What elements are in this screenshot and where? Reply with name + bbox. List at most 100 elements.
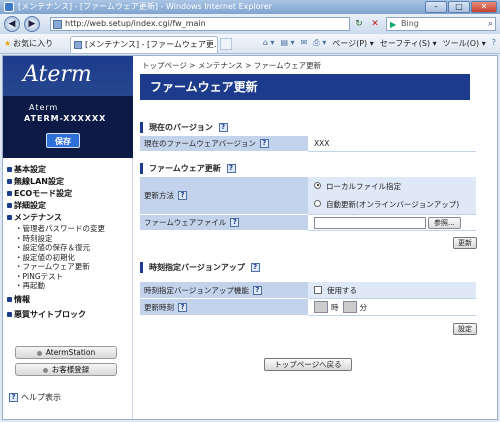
help-menu-icon[interactable]: ? bbox=[492, 38, 496, 49]
model-info: Aterm ATERM-XXXXXX 保存 bbox=[3, 96, 133, 158]
window-titlebar: [メンテナンス] - [ファームウェア更新] - Windows Interne… bbox=[0, 0, 500, 14]
sidebar-item-label: ECOモード設定 bbox=[14, 189, 73, 198]
sidebar-item-basic[interactable]: 基本設定 bbox=[7, 164, 131, 176]
aterm-station-button[interactable]: AtermStation bbox=[15, 346, 117, 359]
search-icon[interactable]: ⌕ bbox=[488, 18, 493, 30]
sidebar-item-wireless[interactable]: 無線LAN設定 bbox=[7, 176, 131, 188]
favorites-button[interactable]: ★ お気に入り bbox=[4, 38, 53, 49]
firmware-file-row: ファームウェアファイル? 参照... bbox=[140, 215, 476, 231]
update-time-value: 時 分 bbox=[308, 299, 476, 316]
file-path-input[interactable] bbox=[314, 216, 426, 229]
page-title: ファームウェア更新 bbox=[140, 74, 470, 100]
dot-icon bbox=[42, 367, 48, 373]
sidebar-subitem-backup[interactable]: ・設定値の保存＆復元 bbox=[7, 243, 131, 253]
url-input[interactable]: http://web.setup/index.cgi/fw_main bbox=[50, 17, 350, 31]
section-heading: 現在のバージョン bbox=[149, 123, 213, 132]
current-version-label: 現在のファームウェアバージョン? bbox=[140, 136, 308, 152]
use-label: 使用する bbox=[327, 285, 357, 295]
maximize-button[interactable]: □ bbox=[448, 1, 470, 13]
sidebar-subitem-ping[interactable]: ・PINGテスト bbox=[7, 272, 131, 282]
model-name: Aterm bbox=[29, 103, 59, 112]
help-icon[interactable]: ? bbox=[218, 123, 228, 132]
sidebar-item-label: 無線LAN設定 bbox=[14, 177, 64, 186]
label-text: 更新時刻 bbox=[144, 302, 174, 312]
help-icon[interactable]: ? bbox=[252, 285, 262, 295]
section-heading: 時刻指定バージョンアップ bbox=[149, 263, 245, 272]
firmware-file-value: 参照... bbox=[308, 215, 476, 231]
minimize-button[interactable]: – bbox=[425, 1, 447, 13]
sidebar: Aterm Aterm ATERM-XXXXXX 保存 基本設定 無線LAN設定… bbox=[3, 56, 133, 419]
sidebar-subitem-time[interactable]: ・時刻設定 bbox=[7, 234, 131, 244]
page-menu[interactable]: ページ(P) ▾ bbox=[332, 38, 373, 49]
sidebar-item-eco[interactable]: ECOモード設定 bbox=[7, 188, 131, 200]
help-icon[interactable]: ? bbox=[226, 164, 236, 173]
register-button[interactable]: お客様登録 bbox=[15, 363, 117, 376]
radio-auto[interactable] bbox=[314, 200, 321, 208]
page-content: Aterm Aterm ATERM-XXXXXX 保存 基本設定 無線LAN設定… bbox=[2, 55, 498, 420]
aterm-station-label: AtermStation bbox=[45, 348, 96, 357]
bullet-icon bbox=[7, 203, 12, 208]
help-icon[interactable]: ? bbox=[230, 218, 240, 227]
sidebar-item-label: メンテナンス bbox=[14, 213, 62, 222]
section-current-version: 現在のバージョン ? bbox=[140, 122, 231, 133]
sidebar-item-site-block[interactable]: 悪質サイトブロック bbox=[7, 309, 131, 321]
option-auto-update[interactable]: 自動更新(オンラインバージョンアップ) bbox=[314, 199, 459, 210]
help-label: ヘルプ表示 bbox=[21, 393, 61, 402]
tab-firmware-update[interactable]: [メンテナンス] - [ファームウェア更... bbox=[70, 36, 218, 53]
sidebar-subitem-reset[interactable]: ・設定値の初期化 bbox=[7, 253, 131, 263]
sidebar-subitem-password[interactable]: ・管理者パスワードの変更 bbox=[7, 224, 131, 234]
help-icon[interactable]: ? bbox=[178, 302, 187, 312]
stop-icon[interactable]: ✕ bbox=[368, 17, 382, 31]
scheduled-feature-row: 時刻指定バージョンアップ機能? 使用する bbox=[140, 282, 476, 299]
browser-toolbar: ★ お気に入り [メンテナンス] - [ファームウェア更... ⌂ ▾ ▤ ▾ ✉… bbox=[0, 34, 500, 54]
bullet-icon bbox=[7, 191, 12, 196]
radio-local[interactable] bbox=[314, 181, 321, 189]
new-tab-button[interactable] bbox=[220, 38, 232, 50]
set-button[interactable]: 設定 bbox=[453, 323, 477, 335]
help-icon[interactable]: ? bbox=[250, 263, 260, 272]
back-arrow-icon[interactable]: ◀ bbox=[4, 16, 20, 32]
search-placeholder: Bing bbox=[401, 19, 419, 28]
sidebar-item-advanced[interactable]: 詳細設定 bbox=[7, 200, 131, 212]
back-to-top-button[interactable]: トップページへ戻る bbox=[264, 358, 352, 371]
help-icon: ? bbox=[9, 393, 18, 402]
register-label: お客様登録 bbox=[51, 365, 90, 374]
sidebar-item-label: 悪質サイトブロック bbox=[14, 309, 86, 319]
bing-icon: ▶ bbox=[390, 20, 397, 29]
window-controls: – □ ✕ bbox=[425, 1, 497, 13]
print-icon[interactable]: ⎙ ▾ bbox=[313, 38, 326, 49]
option-label: ローカルファイル指定 bbox=[326, 181, 401, 191]
home-icon[interactable]: ⌂ ▾ bbox=[263, 38, 275, 49]
browse-button[interactable]: 参照... bbox=[428, 216, 461, 229]
bullet-icon bbox=[7, 215, 12, 220]
help-icon[interactable]: ? bbox=[178, 191, 187, 200]
minute-input[interactable] bbox=[342, 301, 357, 313]
feeds-icon[interactable]: ▤ ▾ bbox=[280, 38, 294, 49]
ie-app-icon bbox=[4, 2, 14, 12]
sidebar-subitem-reboot[interactable]: ・再起動 bbox=[7, 281, 131, 291]
mail-icon[interactable]: ✉ bbox=[301, 38, 308, 49]
sidebar-item-label: 基本設定 bbox=[14, 165, 46, 174]
update-time-label: 更新時刻? bbox=[140, 299, 308, 316]
hour-input[interactable] bbox=[314, 301, 328, 313]
firmware-file-label: ファームウェアファイル? bbox=[140, 215, 308, 231]
update-method-options: ローカルファイル指定 自動更新(オンラインバージョンアップ) bbox=[308, 177, 476, 215]
forward-arrow-icon[interactable]: ▶ bbox=[24, 16, 40, 32]
refresh-icon[interactable]: ↻ bbox=[352, 17, 366, 31]
help-link[interactable]: ? ヘルプ表示 bbox=[9, 392, 61, 403]
help-icon[interactable]: ? bbox=[259, 139, 269, 148]
safety-menu[interactable]: セーフティ(S) ▾ bbox=[380, 38, 437, 49]
tools-menu[interactable]: ツール(O) ▾ bbox=[443, 38, 486, 49]
bullet-icon bbox=[7, 311, 12, 317]
sidebar-item-maintenance[interactable]: メンテナンス bbox=[7, 212, 131, 224]
sidebar-subitem-firmware[interactable]: ・ファームウェア更新 bbox=[7, 262, 131, 272]
search-input[interactable]: ▶ Bing ⌕ bbox=[386, 17, 496, 31]
current-version-row: 現在のファームウェアバージョン? XXX bbox=[140, 136, 476, 152]
use-checkbox[interactable] bbox=[314, 286, 322, 294]
close-button[interactable]: ✕ bbox=[471, 1, 497, 13]
update-button[interactable]: 更新 bbox=[453, 237, 477, 249]
sidebar-item-info[interactable]: 情報 bbox=[7, 294, 131, 306]
address-bar: ◀ ▶ http://web.setup/index.cgi/fw_main ↻… bbox=[0, 14, 500, 34]
option-local-file[interactable]: ローカルファイル指定 bbox=[314, 181, 401, 192]
save-button[interactable]: 保存 bbox=[46, 133, 80, 148]
